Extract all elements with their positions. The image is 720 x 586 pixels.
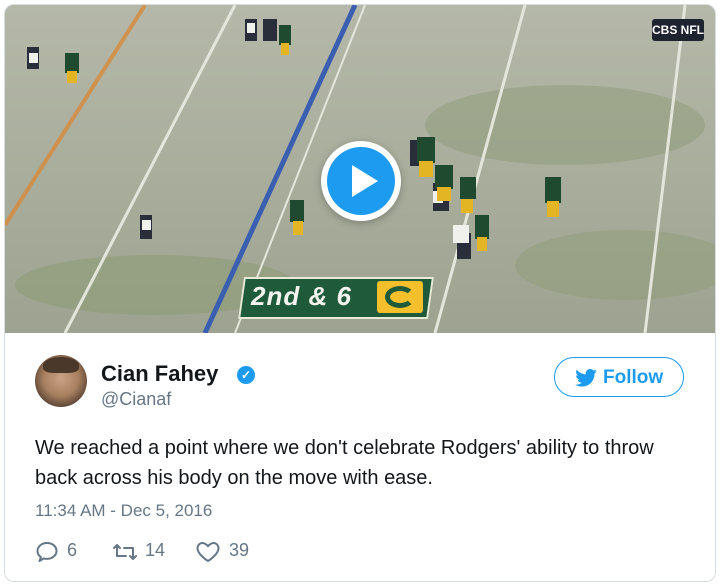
play-button[interactable]	[321, 141, 401, 221]
reply-count: 6	[67, 540, 78, 560]
avatar[interactable]	[35, 355, 87, 407]
author-name[interactable]: Cian Fahey	[101, 361, 218, 387]
author-handle[interactable]: @Cianaf	[101, 389, 171, 410]
down-distance-label: 2nd & 6	[251, 281, 352, 311]
heart-icon	[196, 542, 220, 562]
network-logo: CBS NFL	[652, 19, 704, 41]
tweet-text: We reached a point where we don't celebr…	[35, 437, 654, 489]
reply-icon	[36, 542, 58, 562]
follow-button[interactable]: Follow	[554, 357, 684, 397]
retweet-action[interactable]: 14	[111, 537, 191, 567]
play-icon	[327, 147, 395, 215]
verified-badge-icon: ✓	[237, 366, 255, 384]
twitter-bird-icon	[575, 369, 597, 387]
like-action[interactable]: 39	[195, 537, 265, 567]
g-logo-icon	[377, 281, 423, 313]
video-thumbnail[interactable]: CBS NFL 2nd & 6	[5, 5, 715, 333]
retweet-icon	[113, 544, 137, 560]
follow-button-label: Follow	[603, 367, 664, 388]
like-count: 39	[229, 540, 250, 560]
tweet-timestamp[interactable]: 11:34 AM - Dec 5, 2016	[35, 501, 212, 521]
retweet-count: 14	[145, 540, 166, 560]
embedded-tweet-card: CBS NFL 2nd & 6 Cian Fahey ✓ @Cianaf Fol…	[4, 4, 716, 582]
reply-action[interactable]: 6	[35, 537, 95, 567]
